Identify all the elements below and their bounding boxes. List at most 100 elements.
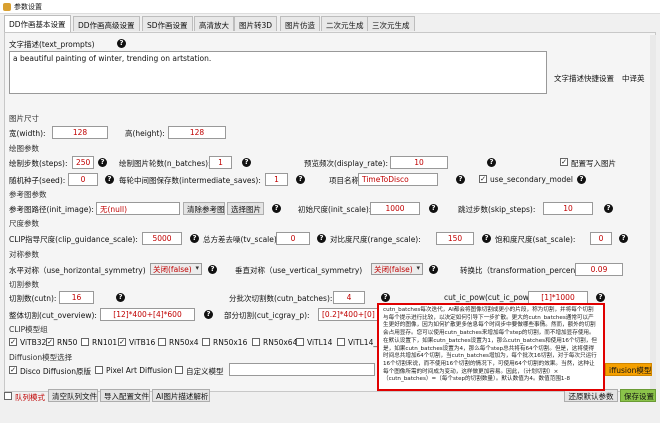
queue-mode-checkbox[interactable] xyxy=(4,392,12,400)
width-input[interactable]: 128 xyxy=(52,126,108,139)
transformation-input[interactable]: 0.09 xyxy=(575,263,623,276)
cutn-label: 切割数(cutn): xyxy=(9,294,57,303)
help-icon[interactable]: ? xyxy=(619,234,628,243)
display-rate-input[interactable]: 10 xyxy=(390,156,448,169)
tab-sd[interactable]: SD作画设置 xyxy=(142,16,193,31)
cut-overview-input[interactable]: [12]*400+[4]*600 xyxy=(100,308,195,321)
clip-guidance-input[interactable]: 5000 xyxy=(142,232,182,245)
custom-model-path-input[interactable] xyxy=(229,363,375,376)
scale-params-section: 尺度参数 xyxy=(9,219,39,228)
text-prompts-label: 文字描述(text_prompts) xyxy=(9,40,95,49)
tab-3d[interactable]: 图片转3D xyxy=(234,16,278,31)
help-icon[interactable]: ? xyxy=(105,175,114,184)
prompt-quick-button[interactable]: 文字描述快捷设置 xyxy=(549,72,619,85)
help-icon[interactable]: ? xyxy=(190,234,199,243)
tab-imitate[interactable]: 图片仿造 xyxy=(280,16,320,31)
help-icon[interactable]: ? xyxy=(577,175,586,184)
v-symmetry-dropdown[interactable]: 关闭(false) ▾ xyxy=(371,263,423,275)
sat-scale-label: 饱和度尺度(sat_scale): xyxy=(495,235,576,244)
help-icon[interactable]: ? xyxy=(208,265,217,274)
secondary-model-checkbox[interactable]: ✓ xyxy=(479,175,487,183)
tab-upscale[interactable]: 高清放大 xyxy=(194,16,234,31)
cut-section: 切割参数 xyxy=(9,280,39,289)
disco-original-checkbox[interactable]: ✓ xyxy=(9,366,17,374)
cut-icgray-input[interactable]: [0.2]*400+[0] xyxy=(318,308,378,321)
help-icon[interactable]: ? xyxy=(604,204,613,213)
help-icon[interactable]: ? xyxy=(204,310,213,319)
seed-input[interactable]: 0 xyxy=(68,173,98,186)
clip-rn50x16-label: RN50x16 xyxy=(213,338,248,347)
text-prompts-input[interactable]: a beautiful painting of winter, trending… xyxy=(9,51,547,94)
help-icon[interactable]: ? xyxy=(482,234,491,243)
help-icon[interactable]: ? xyxy=(296,175,305,184)
ref-params-section: 参考图参数 xyxy=(9,190,47,199)
skip-steps-input[interactable]: 10 xyxy=(543,202,593,215)
help-icon[interactable]: ? xyxy=(116,293,125,302)
clip-vitb16-checkbox[interactable]: ✓ xyxy=(118,338,126,346)
help-icon[interactable]: ? xyxy=(381,293,390,302)
help-icon[interactable]: ? xyxy=(596,293,605,302)
n-batches-input[interactable]: 1 xyxy=(209,156,232,169)
clear-ref-button[interactable]: 清除参考图 xyxy=(183,202,225,215)
init-image-input[interactable]: 无(null) xyxy=(96,202,180,215)
tab-anime[interactable]: 二次元生成 xyxy=(321,16,369,31)
display-rate-label: 预览频次(display_rate): xyxy=(304,159,388,168)
clip-rn101-checkbox[interactable] xyxy=(81,338,89,346)
project-name-input[interactable]: TimeToDisco xyxy=(358,173,438,186)
height-input[interactable]: 128 xyxy=(168,126,226,139)
help-icon[interactable]: ? xyxy=(98,158,107,167)
clip-rn50x64-checkbox[interactable] xyxy=(252,338,260,346)
help-icon[interactable]: ? xyxy=(272,204,281,213)
help-icon[interactable]: ? xyxy=(456,175,465,184)
clip-rn50-checkbox[interactable]: ✓ xyxy=(46,338,54,346)
scrollbar[interactable] xyxy=(650,35,656,390)
cutn-input[interactable]: 16 xyxy=(59,291,94,304)
choose-image-button[interactable]: 选择图片 xyxy=(227,202,264,215)
init-scale-input[interactable]: 1000 xyxy=(370,202,420,215)
chevron-down-icon: ▾ xyxy=(195,264,199,272)
clip-rn50x64-label: RN50x64 xyxy=(263,338,298,347)
help-icon[interactable]: ? xyxy=(117,39,126,48)
help-icon[interactable]: ? xyxy=(242,158,251,167)
tv-scale-input[interactable]: 0 xyxy=(276,232,310,245)
clip-vitl14-336-checkbox[interactable] xyxy=(337,338,345,346)
cut-ic-pow-label: cut_ic_pow(cut_ic_pow): xyxy=(444,293,535,302)
h-symmetry-dropdown[interactable]: 关闭(false) ▾ xyxy=(150,263,202,275)
translate-button[interactable]: 中译英 xyxy=(619,72,647,85)
range-scale-label: 对比度尺度(range_scale): xyxy=(330,235,421,244)
tab-dd-basic[interactable]: DD作画基本设置 xyxy=(4,15,71,32)
clip-vitb32-checkbox[interactable]: ✓ xyxy=(9,338,17,346)
tab-real[interactable]: 三次元生成 xyxy=(367,16,415,31)
queue-mode-label: 队列模式 xyxy=(15,393,45,402)
intermediate-saves-input[interactable]: 1 xyxy=(265,173,288,186)
help-icon[interactable]: ? xyxy=(317,234,326,243)
steps-input[interactable]: 250 xyxy=(72,156,94,169)
sat-scale-input[interactable]: 0 xyxy=(590,232,612,245)
tab-dd-advanced[interactable]: DD作画高级设置 xyxy=(73,16,140,31)
help-icon[interactable]: ? xyxy=(429,265,438,274)
help-icon[interactable]: ? xyxy=(429,204,438,213)
pixel-art-checkbox[interactable] xyxy=(95,366,103,374)
write-config-checkbox[interactable]: ✓ xyxy=(560,158,568,166)
custom-model-checkbox[interactable] xyxy=(175,366,183,374)
clip-rn50-label: RN50 xyxy=(57,338,78,347)
clip-rn50x16-checkbox[interactable] xyxy=(202,338,210,346)
chevron-down-icon: ▾ xyxy=(416,264,420,272)
cutn-batches-input[interactable]: 4 xyxy=(333,291,365,304)
draw-params-section: 绘图参数 xyxy=(9,144,39,153)
clear-queue-button[interactable]: 清空队列文件 xyxy=(48,389,98,402)
save-button[interactable]: 保存设置 xyxy=(620,389,656,402)
v-symmetry-label: 垂直对称（use_vertical_symmetry) xyxy=(235,266,363,275)
clip-vitl14-checkbox[interactable] xyxy=(296,338,304,346)
range-scale-input[interactable]: 150 xyxy=(436,232,474,245)
import-config-button[interactable]: 导入配置文件 xyxy=(100,389,150,402)
ai-parse-button[interactable]: AI图片描述解析 xyxy=(152,389,210,402)
width-label: 宽(width): xyxy=(9,129,46,138)
clip-models-section: CLIP模型组 xyxy=(9,325,48,334)
window-title: 参数设置 xyxy=(14,3,42,11)
clip-rn50x4-checkbox[interactable] xyxy=(158,338,166,346)
help-icon[interactable]: ? xyxy=(487,158,496,167)
skip-steps-label: 跳过步数(skip_steps): xyxy=(458,205,536,214)
cut-icgray-label: 部分切割(cut_icgray_p): xyxy=(224,311,310,320)
diffusion-model-button[interactable]: iffusion模型 xyxy=(605,363,652,376)
